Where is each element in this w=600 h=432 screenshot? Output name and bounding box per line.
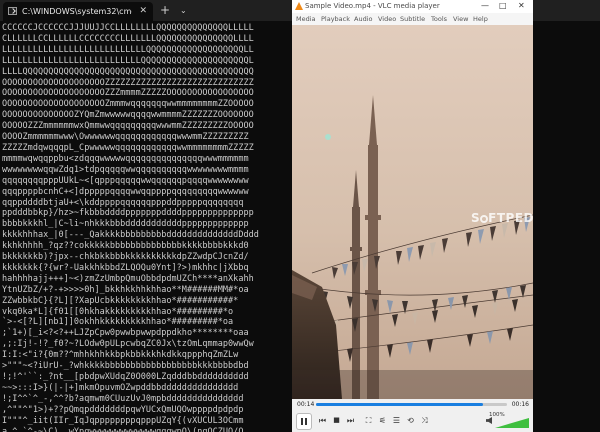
random-icon[interactable]: ⤨	[419, 414, 430, 427]
terminal-tab-title: C:\WINDOWS\system32\cmd.	[22, 7, 132, 16]
maximize-button[interactable]: □	[499, 0, 507, 12]
menu-help[interactable]: Help	[473, 13, 488, 25]
menu-tools[interactable]: Tools	[431, 13, 447, 25]
minimize-button[interactable]: —	[481, 0, 489, 12]
menu-view[interactable]: View	[453, 13, 468, 25]
lens-flare	[325, 134, 331, 140]
next-icon[interactable]: ⏭	[345, 414, 356, 427]
previous-icon[interactable]: ⏮	[317, 414, 328, 427]
ground-shadow	[292, 370, 533, 399]
vlc-window-title: Sample Video.mp4 - VLC media player	[305, 2, 440, 10]
close-button[interactable]: ✕	[518, 0, 525, 12]
watermark-text-end: FTPEDIA	[488, 211, 533, 225]
terminal-tab[interactable]: C:\WINDOWS\system32\cmd. ✕	[3, 2, 153, 21]
vlc-window[interactable]: Sample Video.mp4 - VLC media player — □ …	[292, 0, 533, 432]
menu-playback[interactable]: Playback	[321, 13, 350, 25]
seek-progress	[316, 403, 484, 406]
seek-slider[interactable]	[316, 403, 507, 406]
menu-audio[interactable]: Audio	[354, 13, 372, 25]
control-bar: ⏮ ■ ⏭ ⛶ ⚟ ☰ ⟲ ⤨ 100%	[292, 411, 533, 432]
time-elapsed: 00:14	[297, 401, 315, 408]
terminal-output[interactable]: CCCCCCJCCCCCCJJJUUJJCCLLLLLLLLQQQQQQQQQQ…	[2, 23, 292, 432]
vlc-cone-icon	[295, 2, 303, 10]
softpedia-watermark: SFTPEDIA®	[471, 211, 533, 225]
loop-icon[interactable]: ⟲	[405, 414, 416, 427]
softpedia-logo-icon	[480, 215, 489, 223]
cmd-icon	[8, 7, 17, 15]
new-tab-button[interactable]: +	[160, 1, 170, 19]
menu-video[interactable]: Video	[378, 13, 396, 25]
watermark-text-start: S	[471, 211, 481, 225]
menu-subtitle[interactable]: Subtitle	[400, 13, 425, 25]
close-tab-icon[interactable]: ✕	[139, 2, 147, 21]
vlc-title-bar: Sample Video.mp4 - VLC media player — □ …	[292, 0, 533, 13]
menu-media[interactable]: Media	[296, 13, 316, 25]
volume-slider[interactable]	[495, 418, 529, 428]
extended-settings-icon[interactable]: ⚟	[377, 414, 388, 427]
video-area[interactable]: SFTPEDIA®	[292, 25, 533, 399]
playlist-icon[interactable]: ☰	[391, 414, 402, 427]
tab-dropdown-icon[interactable]: ⌄	[180, 2, 187, 20]
pause-button[interactable]	[296, 413, 312, 430]
seek-bar-row: 00:14 00:16	[292, 399, 533, 411]
stop-icon[interactable]: ■	[331, 414, 342, 427]
vlc-menu-bar: Media Playback Audio Video Subtitle Tool…	[292, 13, 533, 25]
time-total: 00:16	[511, 401, 529, 408]
fullscreen-icon[interactable]: ⛶	[363, 414, 374, 427]
volume-level	[495, 418, 529, 428]
